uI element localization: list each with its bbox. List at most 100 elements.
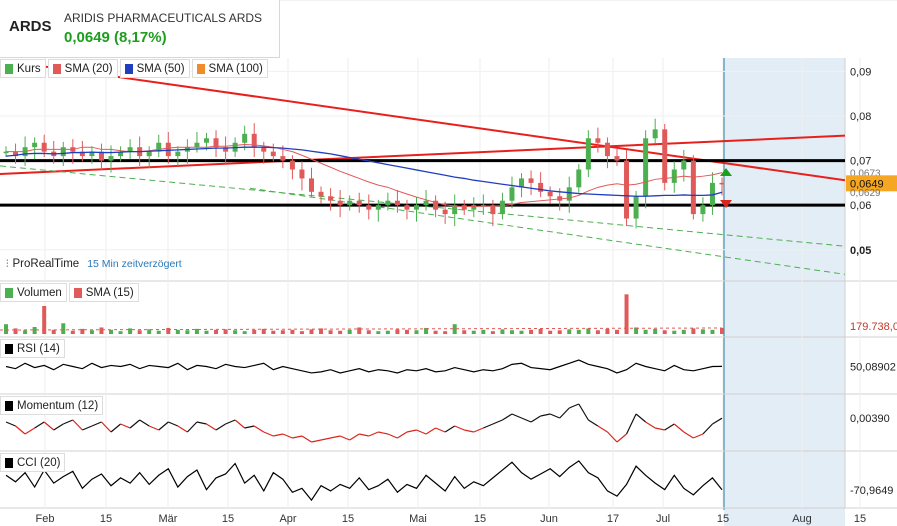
legend-sma50[interactable]: SMA (50) xyxy=(119,59,190,78)
source-name[interactable]: ProRealTime xyxy=(13,258,80,270)
legend-volume-sma15[interactable]: SMA (15) xyxy=(68,283,139,302)
momentum-segment xyxy=(693,433,704,439)
momentum-segment xyxy=(683,431,694,439)
volume-bar xyxy=(395,329,400,334)
volume-bar xyxy=(23,330,28,334)
momentum-segment xyxy=(387,433,398,439)
legend-momentum[interactable]: Momentum (12) xyxy=(0,396,104,415)
candle-body xyxy=(662,129,668,183)
volume-bar xyxy=(309,329,314,334)
volume-bar xyxy=(700,329,705,334)
x-tick-label: Jun xyxy=(540,513,558,525)
candle-body xyxy=(318,191,324,197)
candle-body xyxy=(356,200,362,206)
volume-bar xyxy=(471,330,476,334)
volume-bar xyxy=(271,330,276,334)
volume-bar xyxy=(99,327,104,334)
volume-bar xyxy=(490,331,495,334)
volume-bar xyxy=(538,328,543,334)
volume-bar xyxy=(710,329,715,334)
x-tick-label: 15 xyxy=(100,513,112,525)
momentum-segment xyxy=(234,419,246,429)
candle-body xyxy=(375,205,381,210)
legend-sma100[interactable]: SMA (100) xyxy=(191,59,268,78)
volume-bar xyxy=(681,329,686,334)
candle-body xyxy=(385,200,391,206)
x-tick-label: Aug xyxy=(792,513,812,525)
cci-legend: CCI (20) xyxy=(0,453,66,472)
volume-bar xyxy=(653,328,658,334)
candle-body xyxy=(690,160,696,215)
volume-bar xyxy=(462,330,467,334)
legend-cci[interactable]: CCI (20) xyxy=(0,453,66,472)
value-tags: 0,06730,06490,0629179.738,0050,089020,00… xyxy=(846,169,897,497)
x-tick-label: 17 xyxy=(607,513,619,525)
momentum-segment xyxy=(569,403,580,409)
volume-bar xyxy=(595,330,600,334)
volume-bar xyxy=(605,328,610,334)
volume-bar xyxy=(70,330,75,334)
momentum-segment xyxy=(148,425,159,431)
candle-body xyxy=(242,133,248,143)
momentum-segment xyxy=(607,431,618,443)
candle-body xyxy=(194,142,200,148)
momentum-segment xyxy=(215,423,226,431)
momentum-segment xyxy=(435,427,446,433)
volume-bar xyxy=(13,328,18,334)
x-tick-label: Mär xyxy=(159,513,178,525)
volume-bar xyxy=(185,330,190,334)
candle-body xyxy=(414,205,420,210)
momentum-segment xyxy=(139,419,150,427)
candle-body xyxy=(328,196,334,201)
rsi-panel xyxy=(5,359,723,374)
y-tick-label: 0,09 xyxy=(850,66,871,78)
y-tick-label: 0,07 xyxy=(850,156,871,168)
momentum-segment xyxy=(158,421,169,431)
volume-bar xyxy=(61,323,66,334)
volume-bar xyxy=(338,330,343,334)
momentum-segment xyxy=(177,425,188,433)
volume-bar xyxy=(366,330,371,334)
legend-volumen[interactable]: Volumen xyxy=(0,283,67,302)
volume-bar xyxy=(280,330,285,334)
rsi-value-tag: 50,08902 xyxy=(850,361,896,373)
volume-bar xyxy=(662,330,667,334)
volume-bar xyxy=(347,329,352,334)
momentum-segment xyxy=(110,423,121,433)
candle-body xyxy=(165,142,171,157)
candle-body xyxy=(280,156,286,161)
candle-body xyxy=(127,147,133,152)
volume-bar xyxy=(720,327,724,334)
x-tick-label: 15 xyxy=(717,513,729,525)
volume-bar xyxy=(443,331,448,334)
volume-bar xyxy=(385,330,390,334)
momentum-segment xyxy=(378,431,388,435)
volume-bar xyxy=(481,329,486,334)
momentum-segment xyxy=(359,433,369,437)
candle-body xyxy=(566,187,572,201)
sma20-line xyxy=(6,144,723,208)
volume-bar xyxy=(433,330,438,334)
candle-body xyxy=(404,205,410,210)
momentum-segment xyxy=(425,427,436,435)
legend-sma20[interactable]: SMA (20) xyxy=(47,59,118,78)
volume-bar xyxy=(156,330,161,334)
volume-bar xyxy=(500,329,505,334)
candle-body xyxy=(423,200,429,206)
legend-rsi[interactable]: RSI (14) xyxy=(0,339,65,358)
candle-body xyxy=(270,151,276,157)
momentum-segment xyxy=(549,413,560,419)
momentum-segment xyxy=(263,431,274,437)
volume-bar xyxy=(51,329,56,334)
momentum-segment xyxy=(91,421,102,427)
trendline-up xyxy=(0,134,846,175)
volume-bar xyxy=(223,329,228,334)
candle-body xyxy=(671,169,677,183)
x-tick-label: Feb xyxy=(36,513,55,525)
momentum-segment xyxy=(454,425,465,431)
momentum-segment xyxy=(588,419,599,427)
volume-bar xyxy=(4,324,8,334)
candle-body xyxy=(442,209,448,215)
momentum-segment xyxy=(464,429,474,433)
legend-kurs[interactable]: Kurs xyxy=(0,59,46,78)
